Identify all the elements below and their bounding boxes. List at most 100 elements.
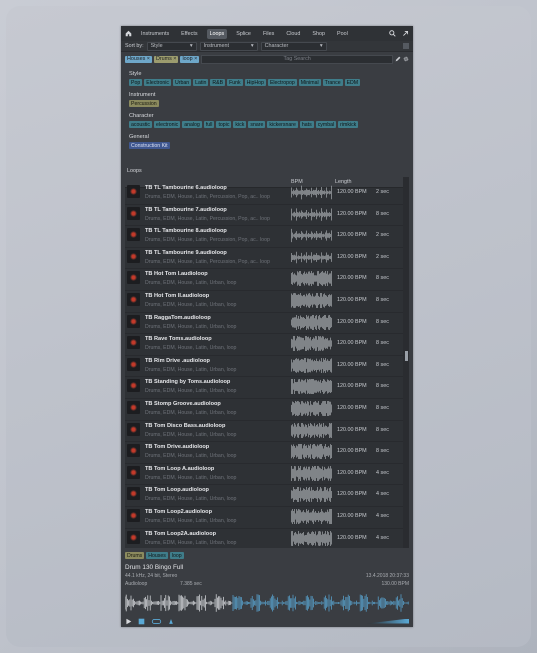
table-row[interactable]: TB TL Tambourine 7.audioloop Drums, EDM, … <box>125 204 407 227</box>
loop-waveform <box>291 357 332 373</box>
chevron-down-icon: ▾ <box>189 43 193 49</box>
search-icon[interactable] <box>389 30 396 37</box>
scrollbar[interactable] <box>403 177 409 548</box>
table-row[interactable]: TB Hot Tom II.audioloop Drums, EDM, House… <box>125 290 407 313</box>
loop-bpm: 120.00 BPM <box>337 534 367 541</box>
character-tag[interactable]: topic <box>216 121 232 128</box>
selected-tag[interactable]: Houses <box>146 552 168 559</box>
filter-chip-loop[interactable]: loop × <box>180 55 200 63</box>
character-tag[interactable]: analog <box>182 121 202 128</box>
character-tag[interactable]: acoustic <box>129 121 153 128</box>
style-tags: Pop Electronic Urban Latin R&B Funk HipHop Elec… <box>129 79 405 86</box>
instrument-section: Instrument Percussion <box>121 92 413 107</box>
style-tag[interactable]: R&B <box>210 79 226 86</box>
loop-waveform <box>291 465 332 481</box>
loop-thumbnail <box>127 422 140 436</box>
expand-icon[interactable] <box>402 30 409 37</box>
table-row[interactable]: TB Stomp Groove.audioloop Drums, EDM, Hou… <box>125 398 407 421</box>
tag-search-input[interactable]: Tag Search <box>201 54 393 64</box>
style-tag[interactable]: Electronic <box>144 79 172 86</box>
character-dropdown[interactable]: Character ▾ <box>260 41 327 51</box>
scrollbar-thumb[interactable] <box>404 351 408 361</box>
tab-splice[interactable]: Splice <box>233 29 254 39</box>
tab-pool[interactable]: Pool <box>334 29 351 39</box>
metronome-icon[interactable] <box>168 618 174 625</box>
table-row[interactable]: TB Tom Loop.audioloop Drums, EDM, House, … <box>125 484 407 507</box>
instrument-dropdown[interactable]: Instrument ▾ <box>199 41 258 51</box>
loop-waveform <box>291 336 332 352</box>
player-title: Drum 130 Bingo Full <box>125 564 184 571</box>
volume-slider[interactable] <box>367 618 409 624</box>
loop-thumbnail <box>127 314 140 328</box>
loop-waveform <box>291 530 332 546</box>
character-section: Character acoustic electronic analog full to… <box>121 113 413 128</box>
character-tag[interactable]: rimkick <box>338 121 359 128</box>
style-tag[interactable]: Pop <box>129 79 143 86</box>
table-row[interactable]: TB Tom Drive.audioloop Drums, EDM, House,… <box>125 441 407 464</box>
gear-icon[interactable] <box>403 56 409 62</box>
tab-instruments[interactable]: Instruments <box>138 29 172 39</box>
tab-shop[interactable]: Shop <box>309 29 328 39</box>
filter-chip-drums[interactable]: Drums × <box>153 55 179 63</box>
general-tag[interactable]: Construction Kit <box>129 142 170 149</box>
tab-cloud[interactable]: Cloud <box>283 29 303 39</box>
edit-icon[interactable] <box>395 56 401 62</box>
player-bpm: 130.00 BPM <box>381 581 409 587</box>
stop-icon[interactable] <box>138 618 145 625</box>
sort-order-icon[interactable] <box>403 43 409 49</box>
loop-icon[interactable] <box>151 618 162 625</box>
player-waveform[interactable] <box>125 593 409 613</box>
table-row[interactable]: TB Standing by Toms.audioloop Drums, EDM,… <box>125 376 407 399</box>
selected-tag[interactable]: Drums <box>125 552 145 559</box>
loop-bpm: 120.00 BPM <box>337 361 367 368</box>
tab-loops[interactable]: Loops <box>206 28 228 39</box>
loop-thumbnail <box>127 530 140 544</box>
character-tag[interactable]: full <box>203 121 215 128</box>
play-icon[interactable] <box>125 618 132 625</box>
table-row[interactable]: TB TL Tambourine 8.audioloop Drums, EDM, … <box>125 225 407 248</box>
style-tag[interactable]: EDM <box>344 79 361 86</box>
home-icon[interactable] <box>125 30 132 37</box>
loop-length: 8 sec <box>376 340 389 347</box>
filter-chip-houses[interactable]: Houses × <box>125 55 152 63</box>
loop-title: TB Tom Disco Bass.audioloop <box>145 422 226 429</box>
character-tag[interactable]: kickersnare <box>267 121 298 128</box>
table-row[interactable]: TB Tom Loop2.audioloop Drums, EDM, House,… <box>125 506 407 529</box>
table-row[interactable]: TB Rim Drive .audioloop Drums, EDM, House… <box>125 355 407 378</box>
table-row[interactable]: TB Tom Disco Bass.audioloop Drums, EDM, H… <box>125 420 407 443</box>
table-row[interactable]: TB RaggaTom.audioloop Drums, EDM, House, … <box>125 312 407 335</box>
table-row[interactable]: TB TL Tambourine 6.audioloop Drums, EDM, … <box>125 182 407 205</box>
loop-thumbnail <box>127 509 140 522</box>
character-tag[interactable]: electronic <box>154 121 181 128</box>
style-tag[interactable]: Minimal <box>298 79 321 86</box>
table-row[interactable]: TB Rave Toms.audioloop Drums, EDM, House,… <box>125 333 407 356</box>
top-nav: Instruments Effects Loops Splice Files C… <box>121 26 413 41</box>
style-tag[interactable]: Trance <box>322 79 343 86</box>
loop-length: 4 sec <box>376 513 389 519</box>
instrument-tag[interactable]: Percussion <box>129 100 159 107</box>
style-dropdown[interactable]: Style ▾ <box>146 41 197 51</box>
loop-thumbnail <box>127 465 140 479</box>
table-row[interactable]: TB Tom Loop A.audioloop Drums, EDM, House… <box>125 463 407 486</box>
character-tag[interactable]: snare <box>248 121 266 128</box>
loop-thumbnail <box>127 336 140 350</box>
loop-title: TB Tom Drive.audioloop <box>145 444 210 451</box>
style-tag[interactable]: Funk <box>227 79 243 86</box>
character-tag[interactable]: hats <box>299 121 314 128</box>
table-row[interactable]: TB Hot Tom I.audioloop Drums, EDM, House,… <box>125 268 407 291</box>
table-row[interactable]: TB TL Tambourine 9.audioloop Drums, EDM, … <box>125 247 407 270</box>
style-tag[interactable]: Latin <box>193 79 209 86</box>
instrument-dropdown-label: Instrument <box>203 43 230 49</box>
tab-effects[interactable]: Effects <box>178 29 200 39</box>
style-tag[interactable]: Urban <box>173 79 192 86</box>
loop-waveform <box>291 422 332 438</box>
style-tag[interactable]: Electropop <box>267 79 297 86</box>
style-tag[interactable]: HipHop <box>244 79 266 86</box>
tab-files[interactable]: Files <box>260 29 277 39</box>
loops-label: Loops <box>127 168 142 174</box>
selected-tag[interactable]: loop <box>169 552 184 559</box>
table-row[interactable]: TB Tom Loop2A.audioloop Drums, EDM, House… <box>125 528 407 548</box>
loop-thumbnail <box>127 487 140 501</box>
character-tag[interactable]: cymbal <box>315 121 337 128</box>
character-tag[interactable]: kick <box>233 121 247 128</box>
